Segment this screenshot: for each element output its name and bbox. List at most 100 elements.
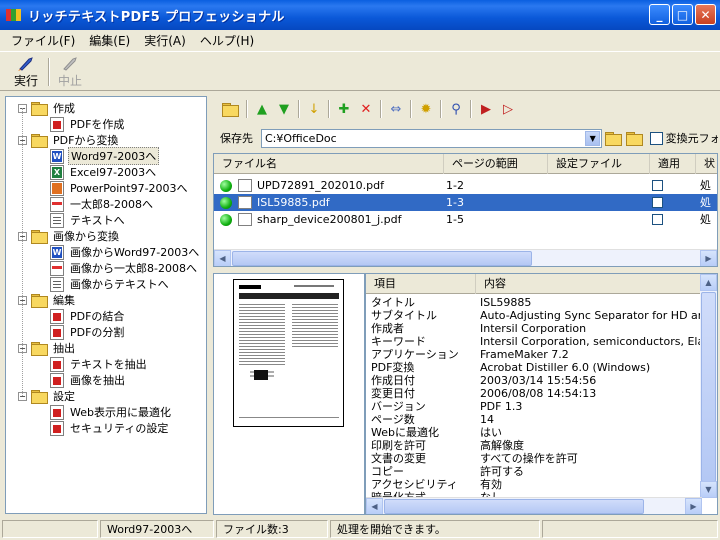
tree-item[interactable]: Word97-2003へ — [50, 147, 160, 165]
menu-edit[interactable]: 編集(E) — [82, 32, 137, 49]
source-folder-checkbox[interactable] — [650, 131, 663, 145]
delete-icon[interactable]: ✕ — [355, 99, 377, 119]
property-row: バージョン PDF 1.3 — [366, 400, 706, 413]
folder-icon — [31, 390, 48, 404]
menu-bar: ファイル(F) 編集(E) 実行(A) ヘルプ(H) — [0, 30, 720, 50]
save-destination-bar: 保存先 C:¥OfficeDoc ▼ 変換元フォ — [213, 127, 718, 149]
stop-button[interactable]: 中止 — [52, 56, 88, 90]
minimize-button[interactable]: _ — [649, 4, 670, 25]
table-row[interactable]: UPD72891_202010.pdf 1-2 処 — [214, 177, 717, 194]
save-path-combo[interactable]: C:¥OfficeDoc ▼ — [260, 128, 603, 148]
col-status[interactable]: 状 — [696, 154, 717, 174]
menu-run[interactable]: 実行(A) — [137, 32, 193, 49]
property-value: Auto-Adjusting Sync Separator for HD and — [480, 309, 712, 322]
key-icon[interactable]: ⚲ — [445, 99, 467, 119]
apply-checkbox[interactable] — [652, 180, 663, 191]
property-row: 文書の変更 すべての操作を許可 — [366, 452, 706, 465]
tree-item[interactable]: − 設定 — [18, 388, 77, 404]
export-icon[interactable]: ▶ — [475, 99, 497, 119]
tree-item[interactable]: Web表示用に最適化 — [50, 404, 173, 420]
tree-item-label: セキュリティの設定 — [70, 422, 169, 435]
property-value: FrameMaker 7.2 — [480, 348, 569, 361]
settings-gear-icon[interactable]: ✹ — [415, 99, 437, 119]
tree-item[interactable]: 画像を抽出 — [50, 372, 127, 388]
main-toolbar: 実行 中止 — [0, 51, 720, 91]
search-folder-icon[interactable] — [625, 128, 646, 148]
move-down-icon[interactable]: ▼ — [273, 99, 295, 119]
tree-item[interactable]: PDFの結合 — [50, 308, 126, 324]
tree-item[interactable]: 画像からWord97-2003へ — [50, 244, 201, 260]
col-settings-file[interactable]: 設定ファイル — [548, 154, 650, 174]
add-file-icon[interactable]: ✚ — [333, 99, 355, 119]
export-all-icon[interactable]: ▷ — [497, 99, 519, 119]
tree-item[interactable]: PDFの分割 — [50, 324, 126, 340]
ichi-doc-icon — [50, 260, 64, 276]
tree-item[interactable]: 画像から一太郎8-2008へ — [50, 260, 199, 276]
file-list: ファイル名 ページの範囲 設定ファイル 適用 状 UPD72891_202010… — [213, 153, 718, 267]
col-page-range[interactable]: ページの範囲 — [444, 154, 548, 174]
tree-item-label: Excel97-2003へ — [70, 166, 157, 179]
col-filename[interactable]: ファイル名 — [214, 154, 444, 174]
tree-item[interactable]: − 作成 — [18, 100, 77, 116]
tree-item[interactable]: − PDFから変換 — [18, 132, 120, 148]
tree-item[interactable]: Excel97-2003へ — [50, 164, 158, 180]
pdf-doc-icon — [50, 372, 64, 388]
property-value: すべての操作を許可 — [480, 452, 578, 465]
tree-item[interactable]: テキストへ — [50, 212, 127, 228]
chevron-down-icon[interactable]: ▼ — [585, 130, 601, 146]
file-list-hscroll[interactable]: ◀ ▶ — [214, 249, 717, 266]
property-key: キーワード — [371, 335, 426, 348]
run-label: 実行 — [13, 74, 38, 88]
props-vscroll[interactable]: ▲ ▼ — [700, 274, 717, 498]
pdf-doc-icon — [50, 404, 64, 420]
property-row: コピー 許可する — [366, 465, 706, 478]
status-empty — [2, 520, 98, 538]
apply-checkbox[interactable] — [652, 197, 663, 208]
menu-help[interactable]: ヘルプ(H) — [193, 32, 261, 49]
property-key: アプリケーション — [371, 348, 459, 361]
tree-item[interactable]: 一太郎8-2008へ — [50, 196, 155, 212]
table-row[interactable]: ISL59885.pdf 1-3 処 — [214, 194, 717, 211]
excel-doc-icon — [50, 164, 64, 180]
property-key: 変更日付 — [371, 387, 415, 400]
property-key: PDF変換 — [371, 361, 415, 374]
tree-item[interactable]: セキュリティの設定 — [50, 420, 170, 436]
table-row[interactable]: sharp_device200801_j.pdf 1-5 処 — [214, 211, 717, 228]
maximize-button[interactable]: □ — [672, 4, 693, 25]
swap-icon[interactable]: ⇔ — [385, 99, 407, 119]
tree-item[interactable]: − 編集 — [18, 292, 77, 308]
rocket-icon — [17, 56, 35, 72]
tree-item-label: 画像からWord97-2003へ — [70, 246, 200, 259]
save-path-value: C:¥OfficeDoc — [264, 131, 337, 145]
move-up-icon[interactable]: ▲ — [251, 99, 273, 119]
status-file-count: ファイル数:3 — [216, 520, 328, 538]
sort-icon[interactable]: ↓ — [303, 99, 325, 119]
browse-folder-icon[interactable] — [604, 128, 625, 148]
apply-checkbox[interactable] — [652, 214, 663, 225]
property-row: アプリケーション FrameMaker 7.2 — [366, 348, 706, 361]
tree-item[interactable]: 画像からテキストへ — [50, 276, 171, 292]
tree-item-label: PDFから変換 — [53, 134, 119, 147]
menu-file[interactable]: ファイル(F) — [4, 32, 82, 49]
stop-rocket-icon — [61, 56, 79, 72]
tree-item[interactable]: PDFを作成 — [50, 116, 126, 132]
tree-item[interactable]: テキストを抽出 — [50, 356, 149, 372]
col-apply[interactable]: 適用 — [650, 154, 696, 174]
page-thumbnail — [233, 279, 344, 427]
col-content[interactable]: 内容 — [476, 274, 706, 294]
txt-doc-icon — [50, 276, 64, 292]
tree-item[interactable]: − 画像から変換 — [18, 228, 121, 244]
run-button[interactable]: 実行 — [8, 56, 44, 90]
property-key: サブタイトル — [371, 309, 437, 322]
close-button[interactable]: ✕ — [695, 4, 716, 25]
file-toolbar: ▲ ▼ ↓ ✚ ✕ ⇔ ✹ ⚲ ▶ ▷ — [213, 96, 718, 122]
col-item[interactable]: 項目 — [366, 274, 476, 294]
source-folder-label: 変換元フォ — [665, 132, 718, 145]
pdf-doc-icon — [50, 116, 64, 132]
tree-item[interactable]: − 抽出 — [18, 340, 77, 356]
tree-item-label: 設定 — [53, 390, 75, 403]
open-folder-icon[interactable] — [221, 99, 243, 119]
props-hscroll[interactable]: ◀ ▶ — [366, 497, 702, 514]
word-doc-icon — [50, 148, 64, 164]
tree-item[interactable]: PowerPoint97-2003へ — [50, 180, 190, 196]
